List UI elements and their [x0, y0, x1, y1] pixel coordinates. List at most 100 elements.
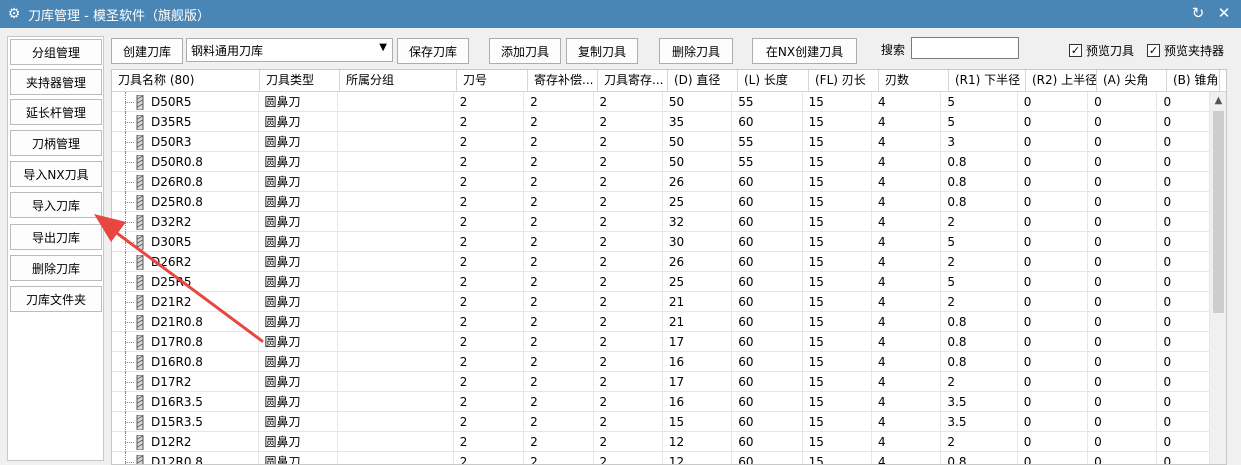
save-library-button[interactable]: 保存刀库 — [397, 38, 469, 64]
create-library-button[interactable]: 创建刀库 — [111, 38, 183, 64]
tool-name-cell: D25R0.8 — [112, 192, 259, 212]
table-cell: 2 — [594, 312, 663, 332]
tree-connector — [118, 372, 136, 392]
table-cell: 2 — [454, 252, 525, 272]
table-cell: 0 — [1088, 412, 1158, 432]
table-row[interactable]: D17R2 圆鼻刀 2 2 2 17 60 15 4 2 0 0 0 — [112, 372, 1210, 392]
table-row[interactable]: D35R5 圆鼻刀 2 2 2 35 60 15 4 5 0 0 0 — [112, 112, 1210, 132]
column-header[interactable]: 所属分组 — [340, 70, 457, 92]
table-row[interactable]: D12R0.8 圆鼻刀 2 2 2 12 60 15 4 0.8 0 0 0 — [112, 452, 1210, 464]
import-nx-tool-button[interactable]: 导入NX刀具 — [10, 161, 102, 187]
table-cell: 0 — [1018, 412, 1089, 432]
add-tool-button[interactable]: 添加刀具 — [489, 38, 561, 64]
column-header[interactable]: (L) 长度 — [738, 70, 809, 92]
library-select[interactable]: 钢料通用刀库 ▼ — [186, 38, 393, 62]
table-cell — [338, 192, 454, 212]
table-row[interactable]: D21R0.8 圆鼻刀 2 2 2 21 60 15 4 0.8 0 0 0 — [112, 312, 1210, 332]
table-cell: 2 — [454, 452, 525, 464]
table-cell: 4 — [872, 432, 942, 452]
column-header[interactable]: (R1) 下半径 — [949, 70, 1026, 92]
table-cell: 2 — [524, 332, 594, 352]
table-cell — [338, 292, 454, 312]
table-cell: 圆鼻刀 — [259, 412, 338, 432]
table-cell: 0 — [1088, 332, 1158, 352]
column-header[interactable]: (D) 直径 — [668, 70, 738, 92]
column-header[interactable]: 刀具寄存... — [598, 70, 668, 92]
table-row[interactable]: D15R3.5 圆鼻刀 2 2 2 15 60 15 4 3.5 0 0 0 — [112, 412, 1210, 432]
library-folder-button[interactable]: 刀库文件夹 — [10, 286, 102, 312]
preview-tool-checkbox[interactable]: ✓ 预览刀具 — [1069, 42, 1134, 59]
column-header[interactable]: 刀具名称 (80) — [112, 70, 260, 92]
tool-name: D16R0.8 — [151, 355, 203, 369]
column-header[interactable]: 刀具类型 — [260, 70, 340, 92]
end-mill-icon — [136, 174, 144, 190]
refresh-icon[interactable]: ↻ — [1189, 4, 1207, 22]
table-cell: 25 — [663, 192, 733, 212]
table-cell: 2 — [524, 292, 594, 312]
column-header[interactable]: (FL) 刃长 — [809, 70, 879, 92]
table-cell: 圆鼻刀 — [259, 392, 338, 412]
table-row[interactable]: D16R0.8 圆鼻刀 2 2 2 16 60 15 4 0.8 0 0 0 — [112, 352, 1210, 372]
column-header[interactable]: (R2) 上半径 — [1026, 70, 1097, 92]
close-icon[interactable]: ✕ — [1215, 4, 1233, 22]
tool-name: D21R2 — [151, 295, 192, 309]
table-cell: 0 — [1088, 292, 1158, 312]
table-row[interactable]: D50R5 圆鼻刀 2 2 2 50 55 15 4 5 0 0 0 — [112, 92, 1210, 112]
table-row[interactable]: D26R2 圆鼻刀 2 2 2 26 60 15 4 2 0 0 0 — [112, 252, 1210, 272]
table-row[interactable]: D50R3 圆鼻刀 2 2 2 50 55 15 4 3 0 0 0 — [112, 132, 1210, 152]
tool-name: D25R5 — [151, 275, 192, 289]
table-cell: 32 — [663, 212, 733, 232]
table-row[interactable]: D32R2 圆鼻刀 2 2 2 32 60 15 4 2 0 0 0 — [112, 212, 1210, 232]
copy-tool-button[interactable]: 复制刀具 — [566, 38, 638, 64]
holder-manage-button[interactable]: 夹持器管理 — [10, 69, 102, 95]
table-row[interactable]: D21R2 圆鼻刀 2 2 2 21 60 15 4 2 0 0 0 — [112, 292, 1210, 312]
table-row[interactable]: D25R5 圆鼻刀 2 2 2 25 60 15 4 5 0 0 0 — [112, 272, 1210, 292]
table-cell: 2 — [524, 112, 594, 132]
group-manage-button[interactable]: 分组管理 — [10, 39, 102, 65]
scroll-up-icon[interactable]: ▲ — [1210, 92, 1226, 109]
table-cell: 26 — [663, 252, 733, 272]
shank-manage-button[interactable]: 刀柄管理 — [10, 130, 102, 156]
table-cell: 0 — [1157, 92, 1210, 112]
column-header[interactable]: 刃数 — [879, 70, 949, 92]
table-cell: 0 — [1157, 332, 1210, 352]
table-cell: 0.8 — [941, 312, 1018, 332]
table-cell: 2 — [524, 272, 594, 292]
column-header[interactable]: (A) 尖角 — [1097, 70, 1167, 92]
table-cell: 4 — [872, 132, 942, 152]
table-row[interactable]: D50R0.8 圆鼻刀 2 2 2 50 55 15 4 0.8 0 0 0 — [112, 152, 1210, 172]
export-library-button[interactable]: 导出刀库 — [10, 224, 102, 250]
table-row[interactable]: D17R0.8 圆鼻刀 2 2 2 17 60 15 4 0.8 0 0 0 — [112, 332, 1210, 352]
table-row[interactable]: D30R5 圆鼻刀 2 2 2 30 60 15 4 5 0 0 0 — [112, 232, 1210, 252]
table-cell: 4 — [872, 332, 942, 352]
table-cell: 圆鼻刀 — [259, 112, 338, 132]
tool-name: D30R5 — [151, 235, 192, 249]
search-input[interactable] — [911, 37, 1019, 59]
table-cell: 60 — [732, 352, 803, 372]
table-row[interactable]: D25R0.8 圆鼻刀 2 2 2 25 60 15 4 0.8 0 0 0 — [112, 192, 1210, 212]
table-cell: 30 — [663, 232, 733, 252]
preview-holder-checkbox[interactable]: ✓ 预览夹持器 — [1147, 42, 1224, 59]
delete-library-button[interactable]: 删除刀库 — [10, 255, 102, 281]
extension-manage-button[interactable]: 延长杆管理 — [10, 99, 102, 125]
end-mill-icon — [136, 154, 144, 170]
table-row[interactable]: D12R2 圆鼻刀 2 2 2 12 60 15 4 2 0 0 0 — [112, 432, 1210, 452]
tool-name-cell: D25R5 — [112, 272, 259, 292]
table-cell: 2 — [454, 292, 525, 312]
column-header[interactable]: (B) 锥角 — [1167, 70, 1220, 92]
end-mill-icon — [136, 254, 144, 270]
delete-tool-button[interactable]: 删除刀具 — [659, 38, 733, 64]
create-in-nx-button[interactable]: 在NX创建刀具 — [752, 38, 857, 64]
vertical-scrollbar[interactable]: ▲ — [1210, 92, 1226, 464]
table-row[interactable]: D26R0.8 圆鼻刀 2 2 2 26 60 15 4 0.8 0 0 0 — [112, 172, 1210, 192]
tree-connector — [118, 232, 136, 252]
import-library-button[interactable]: 导入刀库 — [10, 192, 102, 218]
table-cell: 60 — [732, 252, 803, 272]
table-cell: 圆鼻刀 — [259, 152, 338, 172]
table-cell: 55 — [732, 152, 803, 172]
scroll-thumb[interactable] — [1213, 111, 1224, 313]
column-header[interactable]: 寄存补偿... — [528, 70, 598, 92]
column-header[interactable]: 刀号 — [457, 70, 528, 92]
tool-name: D35R5 — [151, 115, 192, 129]
table-row[interactable]: D16R3.5 圆鼻刀 2 2 2 16 60 15 4 3.5 0 0 0 — [112, 392, 1210, 412]
